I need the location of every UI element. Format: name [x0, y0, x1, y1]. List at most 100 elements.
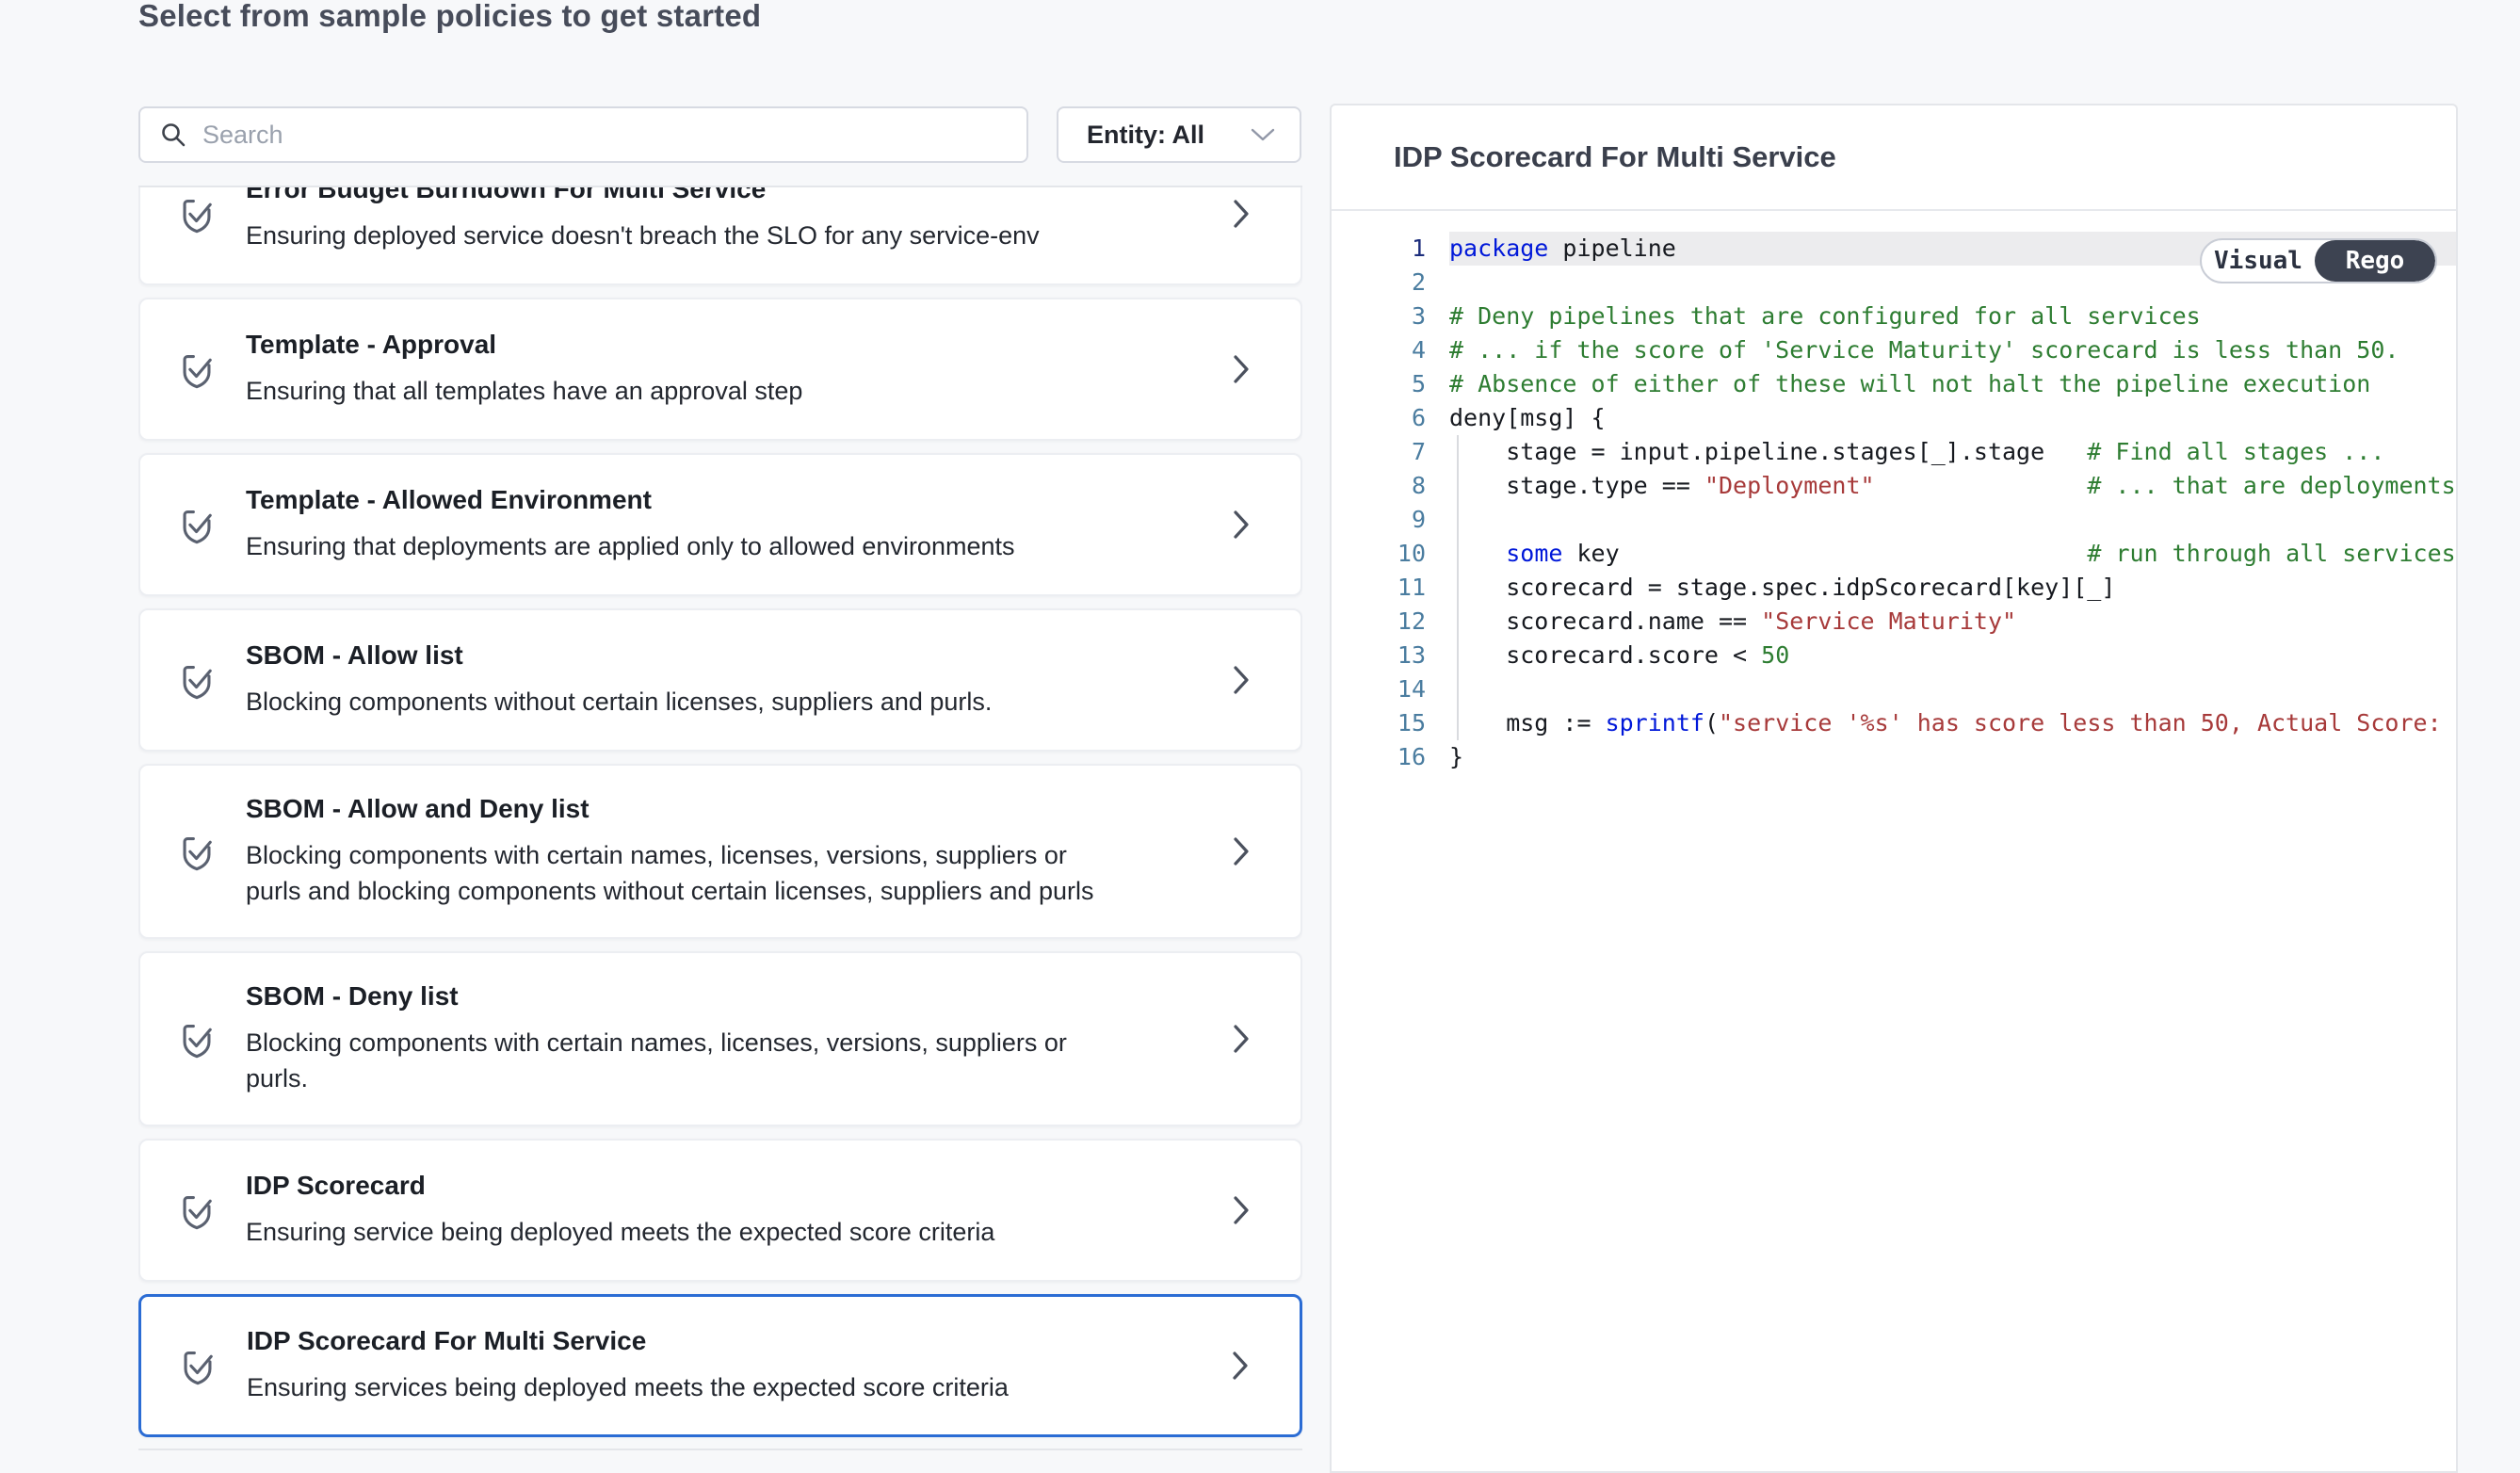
policy-description: Blocking components without certain lice…	[246, 684, 1112, 720]
code-line: 6deny[msg] {	[1332, 401, 2456, 435]
line-number: 12	[1332, 605, 1426, 639]
chevron-right-icon	[1229, 1190, 1253, 1230]
search-input[interactable]	[202, 121, 1008, 150]
code-line: 16}	[1332, 740, 2456, 774]
policy-card[interactable]: IDP Scorecard For Multi Service Ensuring…	[138, 1294, 1302, 1437]
policy-card-text: SBOM - Deny list Blocking components wit…	[246, 981, 1229, 1096]
policy-title: SBOM - Deny list	[246, 981, 1229, 1012]
chevron-right-icon	[1229, 1019, 1253, 1059]
visual-tab[interactable]: Visual	[2202, 240, 2315, 282]
code-line: 4 # ... if the score of 'Service Maturity…	[1332, 333, 2456, 367]
line-number: 11	[1332, 571, 1426, 605]
policy-card-text: IDP Scorecard For Multi Service Ensuring…	[247, 1326, 1228, 1405]
chevron-right-icon	[1229, 194, 1253, 234]
policy-description: Ensuring service being deployed meets th…	[246, 1214, 1112, 1250]
shield-check-icon	[176, 193, 218, 235]
line-content: msg := sprintf("service '%s' has score l…	[1449, 706, 2456, 740]
line-content: # Deny pipelines that are configured for…	[1449, 299, 2456, 333]
line-number: 9	[1332, 503, 1426, 537]
policy-title: SBOM - Allow list	[246, 640, 1229, 671]
chevron-right-icon	[1229, 832, 1253, 871]
shield-check-icon	[176, 348, 218, 390]
policy-title: Template - Approval	[246, 330, 1229, 360]
policy-card[interactable]: SBOM - Allow and Deny list Blocking comp…	[138, 764, 1302, 939]
shield-check-icon	[177, 1345, 218, 1386]
policy-card[interactable]: Template - Allowed Environment Ensuring …	[138, 453, 1302, 596]
policy-description: Blocking components with certain names, …	[246, 837, 1112, 909]
policy-list[interactable]: Error Budget Burndown For Multi Service …	[138, 186, 1302, 1450]
entity-filter-label: Entity: All	[1087, 121, 1204, 150]
line-content: # ... if the score of 'Service Maturity'…	[1449, 333, 2456, 367]
line-number: 15	[1332, 706, 1426, 740]
line-number: 2	[1332, 266, 1426, 299]
line-content	[1449, 503, 2456, 537]
entity-filter-dropdown[interactable]: Entity: All	[1057, 106, 1301, 163]
search-box	[138, 106, 1028, 163]
line-number: 4	[1332, 333, 1426, 367]
shield-check-icon	[176, 1190, 218, 1231]
policy-title: IDP Scorecard For Multi Service	[247, 1326, 1228, 1356]
line-number: 3	[1332, 299, 1426, 333]
line-content: }	[1449, 740, 2456, 774]
line-number: 6	[1332, 401, 1426, 435]
policy-card-text: SBOM - Allow and Deny list Blocking comp…	[246, 794, 1229, 909]
policy-card[interactable]: Error Budget Burndown For Multi Service …	[138, 186, 1302, 285]
line-number: 13	[1332, 639, 1426, 672]
policy-description: Ensuring that deployments are applied on…	[246, 528, 1112, 564]
policy-card[interactable]: Template - Approval Ensuring that all te…	[138, 298, 1302, 441]
policy-card[interactable]: IDP Scorecard Ensuring service being dep…	[138, 1139, 1302, 1282]
line-content: some key # run through all services	[1449, 537, 2456, 571]
policy-description: Blocking components with certain names, …	[246, 1025, 1112, 1096]
rego-tab[interactable]: Rego	[2315, 240, 2435, 282]
policy-title: Error Budget Burndown For Multi Service	[246, 186, 1229, 204]
code-line: 3 # Deny pipelines that are configured fo…	[1332, 299, 2456, 333]
shield-check-icon	[176, 504, 218, 545]
code-line: 11 scorecard = stage.spec.idpScorecard[k…	[1332, 571, 2456, 605]
indent-guide	[1457, 435, 1459, 740]
chevron-right-icon	[1228, 1346, 1252, 1385]
line-content: scorecard = stage.spec.idpScorecard[key]…	[1449, 571, 2456, 605]
policy-title: Template - Allowed Environment	[246, 485, 1229, 515]
shield-check-icon	[176, 1018, 218, 1060]
policy-description: Ensuring deployed service doesn't breach…	[246, 218, 1112, 253]
chevron-right-icon	[1229, 349, 1253, 389]
line-number: 7	[1332, 435, 1426, 469]
visual-rego-toggle: Visual Rego	[2200, 238, 2437, 283]
code-line: 12 scorecard.name == "Service Maturity"	[1332, 605, 2456, 639]
line-number: 10	[1332, 537, 1426, 571]
line-content: stage.type == "Deployment" # ... that ar…	[1449, 469, 2456, 503]
code-line: 5 # Absence of either of these will not h…	[1332, 367, 2456, 401]
code-line: 7 stage = input.pipeline.stages[_].stage…	[1332, 435, 2456, 469]
line-number: 14	[1332, 672, 1426, 706]
chevron-down-icon	[1251, 128, 1275, 141]
detail-panel-title: IDP Scorecard For Multi Service	[1332, 105, 2456, 211]
policy-description: Ensuring that all templates have an appr…	[246, 373, 1112, 409]
code-line: 14	[1332, 672, 2456, 706]
policy-title: IDP Scorecard	[246, 1171, 1229, 1201]
policy-detail-panel: IDP Scorecard For Multi Service Visual R…	[1330, 104, 2458, 1473]
line-number: 16	[1332, 740, 1426, 774]
policy-card[interactable]: SBOM - Allow list Blocking components wi…	[138, 608, 1302, 752]
line-content: # Absence of either of these will not ha…	[1449, 367, 2456, 401]
chevron-right-icon	[1229, 505, 1253, 544]
code-line: 8 stage.type == "Deployment" # ... that …	[1332, 469, 2456, 503]
line-number: 5	[1332, 367, 1426, 401]
line-number: 8	[1332, 469, 1426, 503]
line-number: 1	[1332, 232, 1426, 266]
code-line: 13 scorecard.score < 50	[1332, 639, 2456, 672]
shield-check-icon	[176, 831, 218, 872]
policy-card-text: Error Budget Burndown For Multi Service …	[246, 186, 1229, 253]
chevron-right-icon	[1229, 660, 1253, 700]
policy-card-text: Template - Approval Ensuring that all te…	[246, 330, 1229, 409]
policy-description: Ensuring services being deployed meets t…	[247, 1369, 1113, 1405]
policy-card-text: IDP Scorecard Ensuring service being dep…	[246, 1171, 1229, 1250]
shield-check-icon	[176, 659, 218, 701]
code-line: 15 msg := sprintf("service '%s' has scor…	[1332, 706, 2456, 740]
code-line: 10 some key # run through all services	[1332, 537, 2456, 571]
code-line: 9	[1332, 503, 2456, 537]
page-title: Select from sample policies to get start…	[138, 0, 761, 36]
policy-card-text: Template - Allowed Environment Ensuring …	[246, 485, 1229, 564]
search-icon	[159, 121, 187, 149]
policy-card[interactable]: SBOM - Deny list Blocking components wit…	[138, 951, 1302, 1126]
policy-title: SBOM - Allow and Deny list	[246, 794, 1229, 824]
